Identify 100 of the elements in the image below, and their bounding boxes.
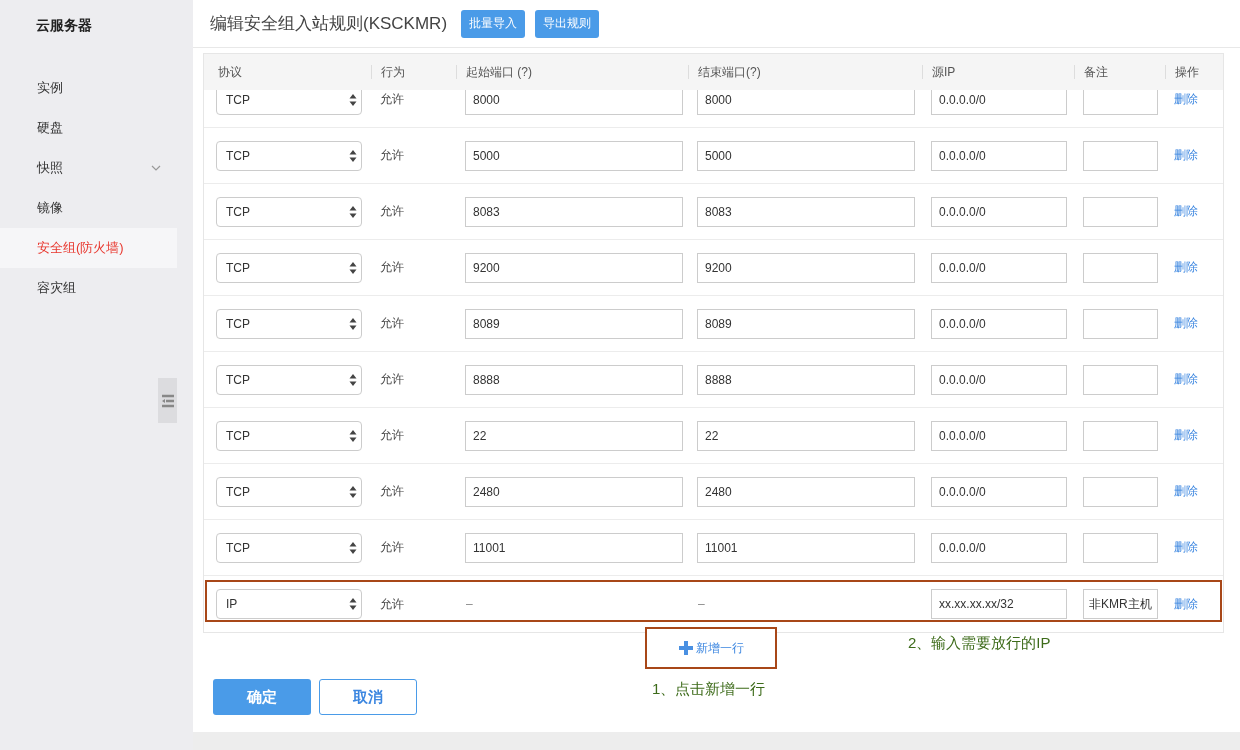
sort-arrows-icon	[349, 485, 357, 498]
note-field[interactable]	[1083, 252, 1158, 283]
source-ip-field[interactable]: 0.0.0.0/0	[931, 196, 1067, 227]
protocol-select[interactable]: TCP	[216, 140, 362, 171]
start-port-field[interactable]: 2480	[465, 476, 683, 507]
end-port-text: –	[697, 597, 705, 611]
source-ip-field[interactable]: 0.0.0.0/0	[931, 90, 1067, 115]
page-title: 编辑安全组入站规则(KSCKMR)	[210, 13, 448, 35]
action-text: 允许	[380, 315, 404, 332]
delete-link[interactable]: 删除	[1174, 147, 1198, 164]
action-text: 允许	[380, 371, 404, 388]
sort-arrows-icon	[349, 429, 357, 442]
sort-arrows-icon	[349, 541, 357, 554]
end-port-field[interactable]: 8888	[697, 364, 915, 395]
source-ip-field[interactable]: 0.0.0.0/0	[931, 252, 1067, 283]
protocol-select[interactable]: TCP	[216, 420, 362, 451]
sort-arrows-icon	[349, 261, 357, 274]
add-row-button[interactable]: 新增一行	[645, 627, 777, 669]
end-port-field[interactable]: 11001	[697, 532, 915, 563]
collapse-handle[interactable]	[158, 378, 177, 423]
protocol-select[interactable]: TCP	[216, 308, 362, 339]
action-text: 允许	[380, 203, 404, 220]
sidebar-title: 云服务器	[35, 16, 93, 35]
end-port-field[interactable]: 22	[697, 420, 915, 451]
delete-link[interactable]: 删除	[1174, 427, 1198, 444]
sidebar-item[interactable]: 安全组(防火墙)	[0, 228, 177, 268]
note-field[interactable]	[1083, 140, 1158, 171]
action-text: 允许	[380, 427, 404, 444]
sidebar-item[interactable]: 容灾组	[0, 268, 177, 308]
sort-arrows-icon	[349, 598, 357, 610]
sidebar-item[interactable]: 实例	[0, 68, 177, 108]
delete-link[interactable]: 删除	[1174, 259, 1198, 276]
action-text: 允许	[380, 595, 404, 613]
delete-link[interactable]: 删除	[1174, 595, 1198, 613]
sort-arrows-icon	[349, 149, 357, 162]
note-field[interactable]	[1083, 420, 1158, 451]
start-port-field[interactable]: 8083	[465, 196, 683, 227]
cancel-button[interactable]: 取消	[319, 679, 417, 715]
annotation-text: 1、点击新增一行	[652, 680, 766, 699]
source-ip-field[interactable]: 0.0.0.0/0	[931, 140, 1067, 171]
sort-arrows-icon	[349, 93, 357, 106]
end-port-field[interactable]: 5000	[697, 140, 915, 171]
note-field[interactable]	[1083, 476, 1158, 507]
column-header: 备注	[1074, 65, 1165, 79]
sort-arrows-icon	[349, 317, 357, 330]
action-text: 允许	[380, 539, 404, 556]
sort-arrows-icon	[349, 373, 357, 386]
delete-link[interactable]: 删除	[1174, 371, 1198, 388]
start-port-field[interactable]: 9200	[465, 252, 683, 283]
source-ip-field[interactable]: 0.0.0.0/0	[931, 364, 1067, 395]
sidebar-item[interactable]: 快照	[0, 148, 177, 188]
start-port-field[interactable]: 22	[465, 420, 683, 451]
source-ip-field[interactable]: 0.0.0.0/0	[931, 532, 1067, 563]
end-port-field[interactable]: 2480	[697, 476, 915, 507]
note-field[interactable]: 非KMR主机	[1083, 589, 1158, 619]
start-port-field[interactable]: 11001	[465, 532, 683, 563]
end-port-field[interactable]: 9200	[697, 252, 915, 283]
delete-link[interactable]: 删除	[1174, 203, 1198, 220]
note-field[interactable]	[1083, 196, 1158, 227]
protocol-select[interactable]: TCP	[216, 252, 362, 283]
source-ip-field[interactable]: 0.0.0.0/0	[931, 420, 1067, 451]
start-port-field[interactable]: 8089	[465, 308, 683, 339]
protocol-select[interactable]: TCP	[216, 196, 362, 227]
annotation-text: 2、输入需要放行的IP	[908, 634, 1051, 653]
protocol-select[interactable]: IP	[216, 589, 362, 619]
protocol-select[interactable]: TCP	[216, 532, 362, 563]
protocol-select[interactable]: TCP	[216, 90, 362, 115]
note-field[interactable]	[1083, 90, 1158, 115]
source-ip-field[interactable]: 0.0.0.0/0	[931, 308, 1067, 339]
sidebar-item[interactable]: 镜像	[0, 188, 177, 228]
start-port-field[interactable]: 5000	[465, 140, 683, 171]
note-field[interactable]	[1083, 364, 1158, 395]
action-text: 允许	[380, 259, 404, 276]
end-port-field[interactable]: 8083	[697, 196, 915, 227]
delete-link[interactable]: 删除	[1174, 315, 1198, 332]
collapse-icon	[160, 392, 175, 409]
end-port-field[interactable]: 8000	[697, 90, 915, 115]
source-ip-field[interactable]: xx.xx.xx.xx/32	[931, 589, 1067, 619]
protocol-select[interactable]: TCP	[216, 476, 362, 507]
delete-link[interactable]: 删除	[1174, 91, 1198, 108]
action-text: 允许	[380, 483, 404, 500]
action-text: 允许	[380, 147, 404, 164]
note-field[interactable]	[1083, 532, 1158, 563]
note-field[interactable]	[1083, 308, 1158, 339]
start-port-field[interactable]: 8000	[465, 90, 683, 115]
delete-link[interactable]: 删除	[1174, 483, 1198, 500]
source-ip-field[interactable]: 0.0.0.0/0	[931, 476, 1067, 507]
start-port-field[interactable]: 8888	[465, 364, 683, 395]
column-header: 操作	[1165, 65, 1221, 79]
column-header: 起始端口 (?)	[456, 65, 688, 79]
start-port-text: –	[465, 597, 473, 611]
action-text: 允许	[380, 91, 404, 108]
column-header: 源IP	[922, 65, 1074, 79]
end-port-field[interactable]: 8089	[697, 308, 915, 339]
column-header: 协议	[217, 65, 243, 79]
sidebar-item[interactable]: 硬盘	[0, 108, 177, 148]
column-header: 行为	[371, 65, 456, 79]
protocol-select[interactable]: TCP	[216, 364, 362, 395]
delete-link[interactable]: 删除	[1174, 539, 1198, 556]
chevron-icon	[151, 163, 161, 173]
